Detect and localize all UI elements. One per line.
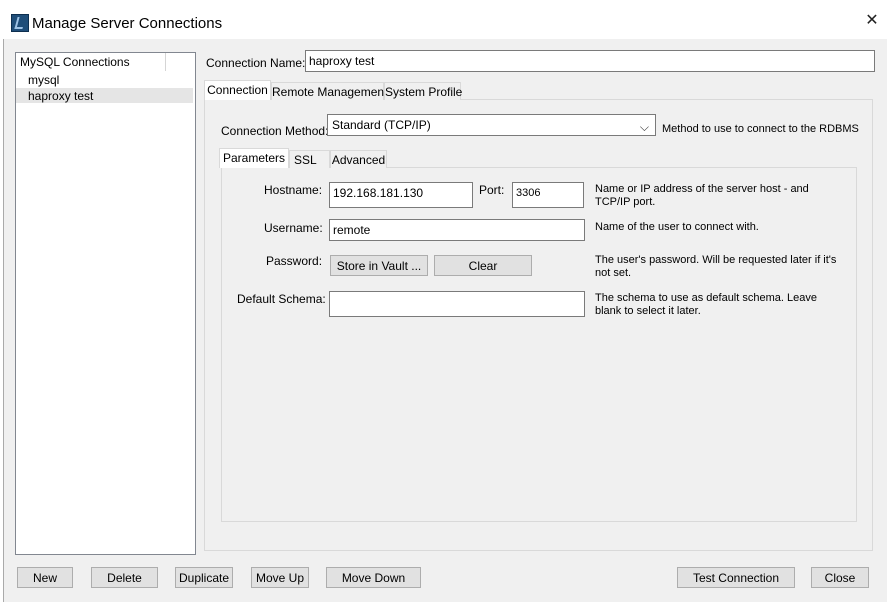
hostname-label: Hostname: [264,183,323,197]
username-help: Name of the user to connect with. [595,221,759,233]
default-schema-help: The schema to use as default schema. Lea… [595,292,817,317]
delete-button[interactable]: Delete [91,567,158,588]
connection-name-input[interactable]: haproxy test [305,50,875,72]
tab-connection[interactable]: Connection [204,80,271,100]
store-in-vault-button[interactable]: Store in Vault ... [330,255,428,276]
username-input[interactable]: remote [329,219,585,241]
tab-parameters[interactable]: Parameters [219,148,289,168]
duplicate-button[interactable]: Duplicate [175,567,233,588]
default-schema-input[interactable] [329,291,585,317]
port-input[interactable]: 3306 [512,182,584,208]
connection-method-select[interactable]: Standard (TCP/IP) ⌵ [327,114,656,136]
hostname-input[interactable]: 192.168.181.130 [329,182,473,208]
hostname-help: Name or IP address of the server host - … [595,183,809,208]
connections-header: MySQL Connections [20,55,130,69]
move-down-button[interactable]: Move Down [326,567,421,588]
column-divider[interactable] [165,53,166,71]
clear-password-button[interactable]: Clear [434,255,532,276]
port-label: Port: [479,183,505,197]
close-button[interactable]: Close [811,567,869,588]
connection-method-value: Standard (TCP/IP) [332,118,431,132]
window-title: Manage Server Connections [32,15,223,32]
username-label: Username: [264,221,323,235]
connection-method-help: Method to use to connect to the RDBMS [662,123,859,135]
connection-method-label: Connection Method: [221,124,329,138]
tab-remote-management[interactable]: Remote Management [271,82,387,100]
connections-list[interactable] [15,52,196,555]
connection-name-label: Connection Name: [206,56,306,70]
tab-advanced[interactable]: Advanced [330,150,387,168]
tab-system-profile[interactable]: System Profile [384,82,462,100]
connection-item-mysql[interactable]: mysql [28,73,59,87]
default-schema-label: Default Schema: [237,292,326,306]
connection-item-haproxy-test[interactable]: haproxy test [28,89,93,103]
mysql-workbench-icon [11,14,29,32]
password-help: The user's password. Will be requested l… [595,254,837,279]
close-icon[interactable]: ✕ [864,12,880,30]
new-button[interactable]: New [17,567,73,588]
tab-ssl[interactable]: SSL [289,150,330,168]
password-label: Password: [266,254,323,268]
chevron-down-icon: ⌵ [639,120,649,134]
test-connection-button[interactable]: Test Connection [677,567,795,588]
move-up-button[interactable]: Move Up [251,567,309,588]
